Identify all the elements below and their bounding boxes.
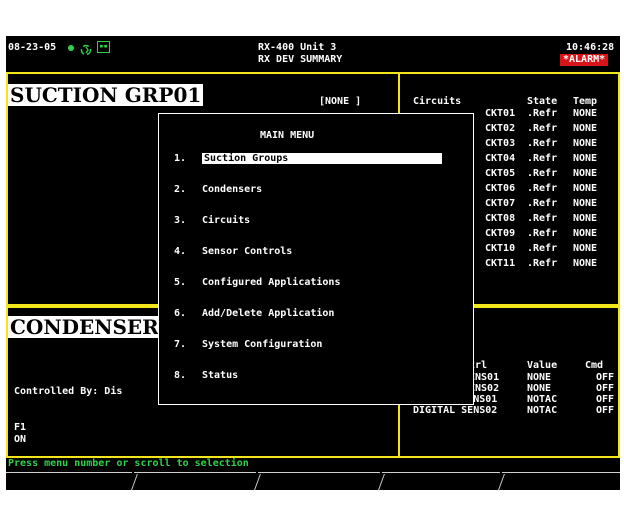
circuit-name: CKT04 bbox=[485, 153, 516, 164]
header-date: 08-23-05 bbox=[8, 42, 57, 53]
circuit-state: .Refr bbox=[527, 243, 558, 254]
screen-title: RX DEV SUMMARY bbox=[258, 54, 343, 65]
menu-item-1[interactable]: Suction Groups bbox=[202, 153, 442, 164]
function-key-bar bbox=[6, 472, 620, 490]
circuit-name: CKT10 bbox=[485, 243, 516, 254]
circuit-name: CKT03 bbox=[485, 138, 516, 149]
circuit-temp: NONE bbox=[573, 138, 598, 149]
menu-item-number: 6. bbox=[174, 308, 187, 319]
sensor-header-value: Value bbox=[527, 360, 558, 371]
circuits-header-temp: Temp bbox=[573, 96, 598, 107]
function-key-1[interactable] bbox=[6, 472, 132, 490]
circuit-name: CKT07 bbox=[485, 198, 516, 209]
circuit-temp: NONE bbox=[573, 108, 598, 119]
circuit-state: .Refr bbox=[527, 198, 558, 209]
circuits-header-label: Circuits bbox=[413, 96, 462, 107]
sensor-cmd: OFF bbox=[596, 383, 615, 394]
circuit-state: .Refr bbox=[527, 108, 558, 119]
circuit-temp: NONE bbox=[573, 198, 598, 209]
main-menu[interactable]: MAIN MENU 1. Suction Groups 2. Condensers 3.… bbox=[158, 113, 474, 405]
circuit-name: CKT08 bbox=[485, 213, 516, 224]
menu-item-8[interactable]: Status bbox=[202, 370, 238, 381]
function-key-4[interactable] bbox=[382, 472, 500, 490]
network-icon bbox=[80, 41, 92, 56]
circuit-state: .Refr bbox=[527, 183, 558, 194]
menu-item-number: 5. bbox=[174, 277, 187, 288]
circuit-state: .Refr bbox=[527, 258, 558, 269]
circuit-name: CKT02 bbox=[485, 123, 516, 134]
function-key-2[interactable] bbox=[134, 472, 256, 490]
sensor-name: DIGITAL SENS02 bbox=[413, 405, 498, 416]
status-line: Press menu number or scroll to selection bbox=[8, 458, 249, 469]
controlled-by-text: Controlled By: Dis bbox=[14, 386, 123, 397]
circuit-name: CKT01 bbox=[485, 108, 516, 119]
circuit-name: CKT06 bbox=[485, 183, 516, 194]
terminal-icon: ▪▪ bbox=[97, 41, 110, 53]
monitor-frame: 08-23-05 ▪▪ RX-400 Unit 3 RX DEV SUMMARY… bbox=[0, 0, 624, 529]
fan-state: ON bbox=[14, 434, 27, 445]
circuit-temp: NONE bbox=[573, 213, 598, 224]
suction-setting: [NONE ] bbox=[319, 96, 362, 107]
sensor-value: NOTAC bbox=[527, 405, 558, 416]
fan-label: F1 bbox=[14, 422, 27, 433]
menu-item-number: 2. bbox=[174, 184, 187, 195]
circuit-temp: NONE bbox=[573, 153, 598, 164]
suction-group-title: SUCTION GRP01 bbox=[8, 83, 204, 107]
sensor-value: NONE bbox=[527, 372, 552, 383]
sensor-cmd: OFF bbox=[596, 372, 615, 383]
circuit-temp: NONE bbox=[573, 123, 598, 134]
unit-title: RX-400 Unit 3 bbox=[258, 42, 337, 53]
circuit-state: .Refr bbox=[527, 123, 558, 134]
circuit-name: CKT05 bbox=[485, 168, 516, 179]
function-key-5[interactable] bbox=[502, 472, 620, 490]
menu-item-6[interactable]: Add/Delete Application bbox=[202, 308, 334, 319]
circuit-state: .Refr bbox=[527, 213, 558, 224]
sensor-value: NONE bbox=[527, 383, 552, 394]
menu-item-number: 8. bbox=[174, 370, 187, 381]
circuit-state: .Refr bbox=[527, 153, 558, 164]
circuit-temp: NONE bbox=[573, 183, 598, 194]
circuit-name: CKT11 bbox=[485, 258, 516, 269]
sensor-header-cmd: Cmd bbox=[585, 360, 604, 371]
sensor-value: NOTAC bbox=[527, 394, 558, 405]
menu-item-number: 7. bbox=[174, 339, 187, 350]
function-key-3[interactable] bbox=[258, 472, 380, 490]
controller-screen: 08-23-05 ▪▪ RX-400 Unit 3 RX DEV SUMMARY… bbox=[6, 36, 620, 490]
circuit-temp: NONE bbox=[573, 243, 598, 254]
menu-item-number: 1. bbox=[174, 153, 187, 164]
circuit-name: CKT09 bbox=[485, 228, 516, 239]
menu-item-7[interactable]: System Configuration bbox=[202, 339, 322, 350]
menu-item-number: 4. bbox=[174, 246, 187, 257]
menu-item-number: 3. bbox=[174, 215, 187, 226]
circuit-temp: NONE bbox=[573, 258, 598, 269]
circuit-state: .Refr bbox=[527, 228, 558, 239]
header-time: 10:46:28 bbox=[566, 42, 615, 53]
alarm-badge[interactable]: *ALARM* bbox=[560, 54, 609, 66]
sensor-cmd: OFF bbox=[596, 394, 615, 405]
circuit-temp: NONE bbox=[573, 228, 598, 239]
circuit-temp: NONE bbox=[573, 168, 598, 179]
main-menu-title: MAIN MENU bbox=[260, 130, 315, 141]
status-dot-icon bbox=[68, 45, 74, 51]
circuits-header-state: State bbox=[527, 96, 558, 107]
circuit-state: .Refr bbox=[527, 138, 558, 149]
circuit-state: .Refr bbox=[527, 168, 558, 179]
menu-item-3[interactable]: Circuits bbox=[202, 215, 250, 226]
menu-item-4[interactable]: Sensor Controls bbox=[202, 246, 292, 257]
condenser-title: CONDENSER0 bbox=[8, 315, 175, 339]
sensor-cmd: OFF bbox=[596, 405, 615, 416]
menu-item-2[interactable]: Condensers bbox=[202, 184, 262, 195]
menu-item-5[interactable]: Configured Applications bbox=[202, 277, 340, 288]
